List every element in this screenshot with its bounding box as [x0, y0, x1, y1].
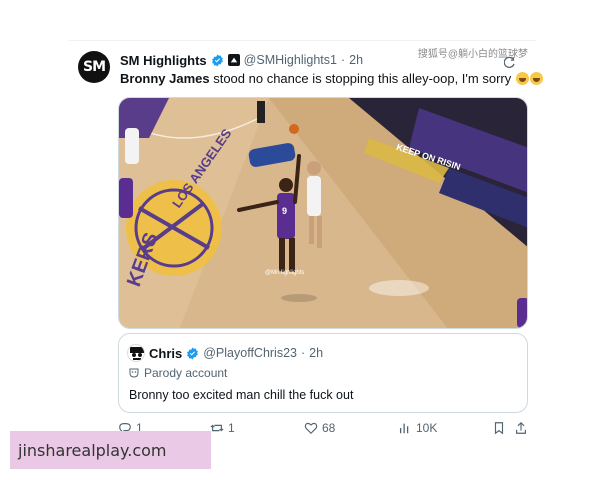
- quote-author-handle[interactable]: @PlayoffChris23: [203, 346, 297, 360]
- quote-author-avatar[interactable]: [127, 344, 145, 362]
- broadcast-tag: @MrHighlights: [265, 270, 305, 276]
- parody-label-row: Parody account: [129, 366, 227, 380]
- tweet-time[interactable]: 2h: [349, 53, 363, 67]
- author-name[interactable]: SM Highlights: [120, 53, 207, 68]
- parody-mask-icon: [129, 368, 139, 378]
- avatar-monogram: SM: [82, 59, 106, 75]
- parody-label: Parody account: [144, 366, 228, 380]
- repost-button[interactable]: 1: [210, 421, 235, 435]
- quoted-tweet[interactable]: Chris @PlayoffChris23 · 2h Parody accoun…: [118, 333, 528, 413]
- grok-icon[interactable]: [504, 57, 516, 69]
- bookmark-button[interactable]: [492, 421, 506, 435]
- repost-icon: [210, 424, 224, 432]
- share-icon: [516, 421, 526, 434]
- tweet-video-media[interactable]: LOS ANGELES KERS KEEP ON RISIN 9 @MrHigh…: [118, 97, 528, 329]
- affiliate-badge-icon: [227, 54, 240, 66]
- site-watermark-text: jinsharealplay.com: [18, 440, 167, 460]
- views-chart-icon: [399, 423, 409, 434]
- player-jersey-number: 9: [282, 206, 288, 216]
- author-handle[interactable]: @SMHighlights1: [244, 53, 337, 67]
- crying-face-emoji-icon: [515, 72, 529, 85]
- quote-time[interactable]: 2h: [309, 346, 323, 360]
- mention-bold: Bronny James: [120, 71, 210, 86]
- tweet-header: SM Highlights @SMHighlights1 · 2h: [120, 51, 363, 69]
- bookmark-icon: [494, 422, 504, 435]
- author-avatar[interactable]: SM: [78, 51, 110, 83]
- verified-badge-icon: [187, 347, 199, 359]
- quote-author-name[interactable]: Chris: [149, 346, 182, 361]
- repost-count: 1: [228, 421, 235, 435]
- tweet-text: Bronny James stood no chance is stopping…: [120, 71, 543, 86]
- quote-text: Bronny too excited man chill the fuck ou…: [129, 388, 354, 402]
- crying-face-emoji-icon: [529, 72, 543, 85]
- quote-header: Chris @PlayoffChris23 · 2h: [149, 344, 323, 362]
- like-button[interactable]: 68: [304, 421, 335, 435]
- verified-badge-icon: [211, 54, 223, 66]
- tweet-card[interactable]: SM SM Highlights @SMHighlights1 · 2h 搜狐号…: [68, 40, 543, 444]
- view-count: 10K: [416, 421, 438, 435]
- heart-icon: [304, 422, 318, 435]
- share-button[interactable]: [514, 421, 528, 435]
- header-separator: ·: [340, 53, 346, 67]
- views-button[interactable]: 10K: [398, 421, 437, 435]
- quote-separator: ·: [300, 346, 306, 360]
- like-count: 68: [322, 421, 336, 435]
- tweet-text-body: stood no chance is stopping this alley-o…: [209, 71, 512, 86]
- basketball-court-image: [119, 98, 527, 328]
- site-watermark-box: jinsharealplay.com: [10, 431, 211, 469]
